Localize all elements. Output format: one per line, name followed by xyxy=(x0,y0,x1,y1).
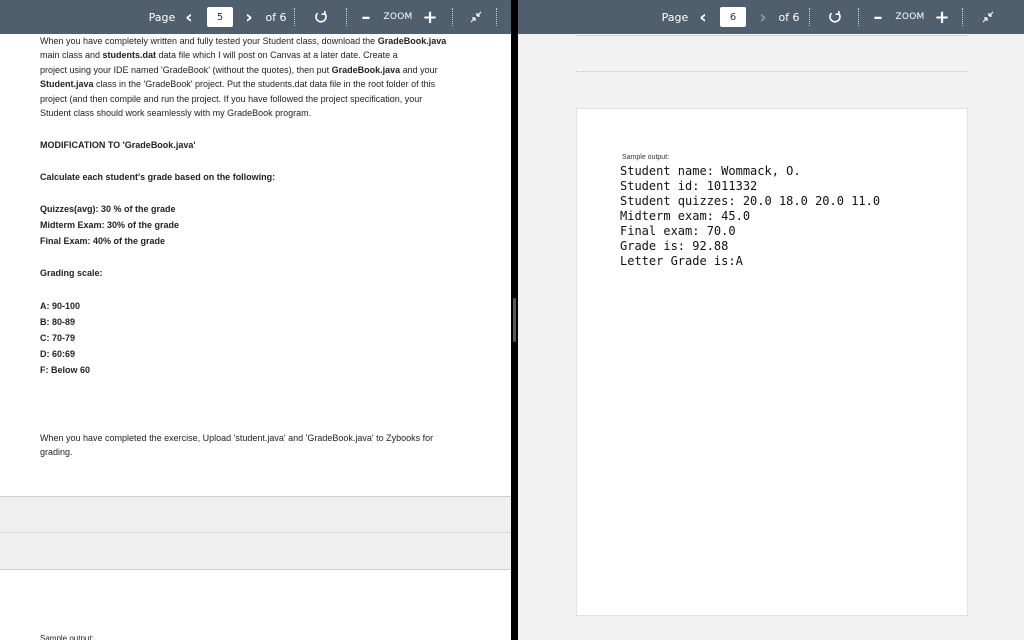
page-label: Page xyxy=(148,10,176,24)
page-number-input[interactable]: 5 xyxy=(207,7,233,27)
chevron-left-icon: ‹ xyxy=(699,6,707,28)
left-toolbar: Page ‹ 5 › of 6 – ZOOM + xyxy=(0,0,511,34)
toolbar-separator xyxy=(452,8,453,26)
toolbar-separator xyxy=(496,8,497,26)
page-divider xyxy=(576,71,968,72)
right-pdf-viewer: Sample output: Student name: Wommack, O.… xyxy=(518,0,1024,640)
closing-line-1: When you have completed the exercise, Up… xyxy=(40,433,434,443)
page-divider xyxy=(0,532,511,533)
intro-paragraph: When you have completely written and ful… xyxy=(40,34,480,120)
calculate-heading: Calculate each student's grade based on … xyxy=(40,172,276,182)
zoom-in-button[interactable]: + xyxy=(420,0,440,34)
fullscreen-button[interactable] xyxy=(464,0,488,34)
left-pdf-viewer: When you have completely written and ful… xyxy=(0,0,511,640)
scale-f: F: Below 60 xyxy=(40,365,91,375)
chevron-right-icon: › xyxy=(759,6,767,28)
output-line: Final exam: 70.0 xyxy=(620,224,736,238)
intro-line: Student class should work seamlessly wit… xyxy=(40,108,312,119)
intro-line: project using your IDE named 'GradeBook'… xyxy=(40,64,438,75)
minus-icon: – xyxy=(361,6,371,28)
chevron-right-icon: › xyxy=(245,6,253,28)
rotate-button[interactable] xyxy=(308,0,334,34)
prev-page-button[interactable]: ‹ xyxy=(180,0,198,34)
page-count: of 6 xyxy=(778,10,800,24)
zoom-in-button[interactable]: + xyxy=(932,0,952,34)
toolbar-separator xyxy=(858,8,859,26)
scale-c: C: 70-79 xyxy=(40,333,76,343)
scale-b: B: 80-89 xyxy=(40,317,76,327)
zoom-out-button[interactable]: – xyxy=(868,0,888,34)
prev-page-button[interactable]: ‹ xyxy=(694,0,712,34)
weight-final: Final Exam: 40% of the grade xyxy=(40,236,166,246)
zoom-label: ZOOM xyxy=(895,12,925,22)
drag-handle[interactable] xyxy=(513,298,516,342)
page-label: Page xyxy=(661,10,689,24)
right-toolbar: Page ‹ 6 › of 6 – ZOOM + xyxy=(518,0,1024,34)
intro-line: When you have completely written and ful… xyxy=(40,36,447,46)
plus-icon: + xyxy=(422,6,438,28)
next-page-button[interactable]: › xyxy=(240,0,258,34)
next-page-button[interactable]: › xyxy=(754,0,772,34)
scale-d: D: 60:69 xyxy=(40,349,76,359)
plus-icon: + xyxy=(934,6,950,28)
rotate-icon xyxy=(315,11,327,23)
intro-line: Student.java class in the 'GradeBook' pr… xyxy=(40,79,436,90)
page-6-top: Sample output: xyxy=(0,569,511,640)
minus-icon: – xyxy=(873,6,883,28)
intro-line: project (and then compile and run the pr… xyxy=(40,93,423,104)
modification-heading: MODIFICATION TO 'GradeBook.java' xyxy=(40,140,196,150)
fullscreen-button[interactable] xyxy=(976,0,1000,34)
rotate-icon xyxy=(829,11,841,23)
zoom-out-button[interactable]: – xyxy=(356,0,376,34)
rotate-button[interactable] xyxy=(822,0,848,34)
page-6: Sample output: Student name: Wommack, O.… xyxy=(576,108,968,616)
weight-midterm: Midterm Exam: 30% of the grade xyxy=(40,220,180,230)
collapse-arrows-icon xyxy=(982,11,994,23)
toolbar-separator xyxy=(346,8,347,26)
toolbar-separator xyxy=(294,8,295,26)
toolbar-separator xyxy=(962,8,963,26)
output-line: Grade is: 92.88 xyxy=(620,239,729,253)
output-line: Midterm exam: 45.0 xyxy=(620,209,751,223)
output-line: Letter Grade is:A xyxy=(620,254,743,268)
output-line: Student quizzes: 20.0 18.0 20.0 11.0 xyxy=(620,194,881,208)
sample-output-label: Sample output: xyxy=(622,154,670,161)
zoom-label: ZOOM xyxy=(383,12,413,22)
page-5: When you have completely written and ful… xyxy=(0,34,511,496)
closing-line-2: grading. xyxy=(40,447,73,457)
collapse-arrows-icon xyxy=(470,11,482,23)
page-number-input[interactable]: 6 xyxy=(720,7,746,27)
intro-line: main class and students.dat data file wh… xyxy=(40,50,398,61)
scale-a: A: 90-100 xyxy=(40,301,81,311)
output-line: Student id: 1011332 xyxy=(620,179,758,193)
toolbar-separator xyxy=(809,8,810,26)
output-line: Student name: Wommack, O. xyxy=(620,164,801,178)
page-divider xyxy=(0,496,511,497)
page-count: of 6 xyxy=(265,10,287,24)
split-divider[interactable] xyxy=(511,0,518,640)
weight-quizzes: Quizzes(avg): 30 % of the grade xyxy=(40,204,176,214)
next-page-peek: Sample output: xyxy=(40,634,94,640)
grading-scale-heading: Grading scale: xyxy=(40,268,103,278)
chevron-left-icon: ‹ xyxy=(185,6,193,28)
